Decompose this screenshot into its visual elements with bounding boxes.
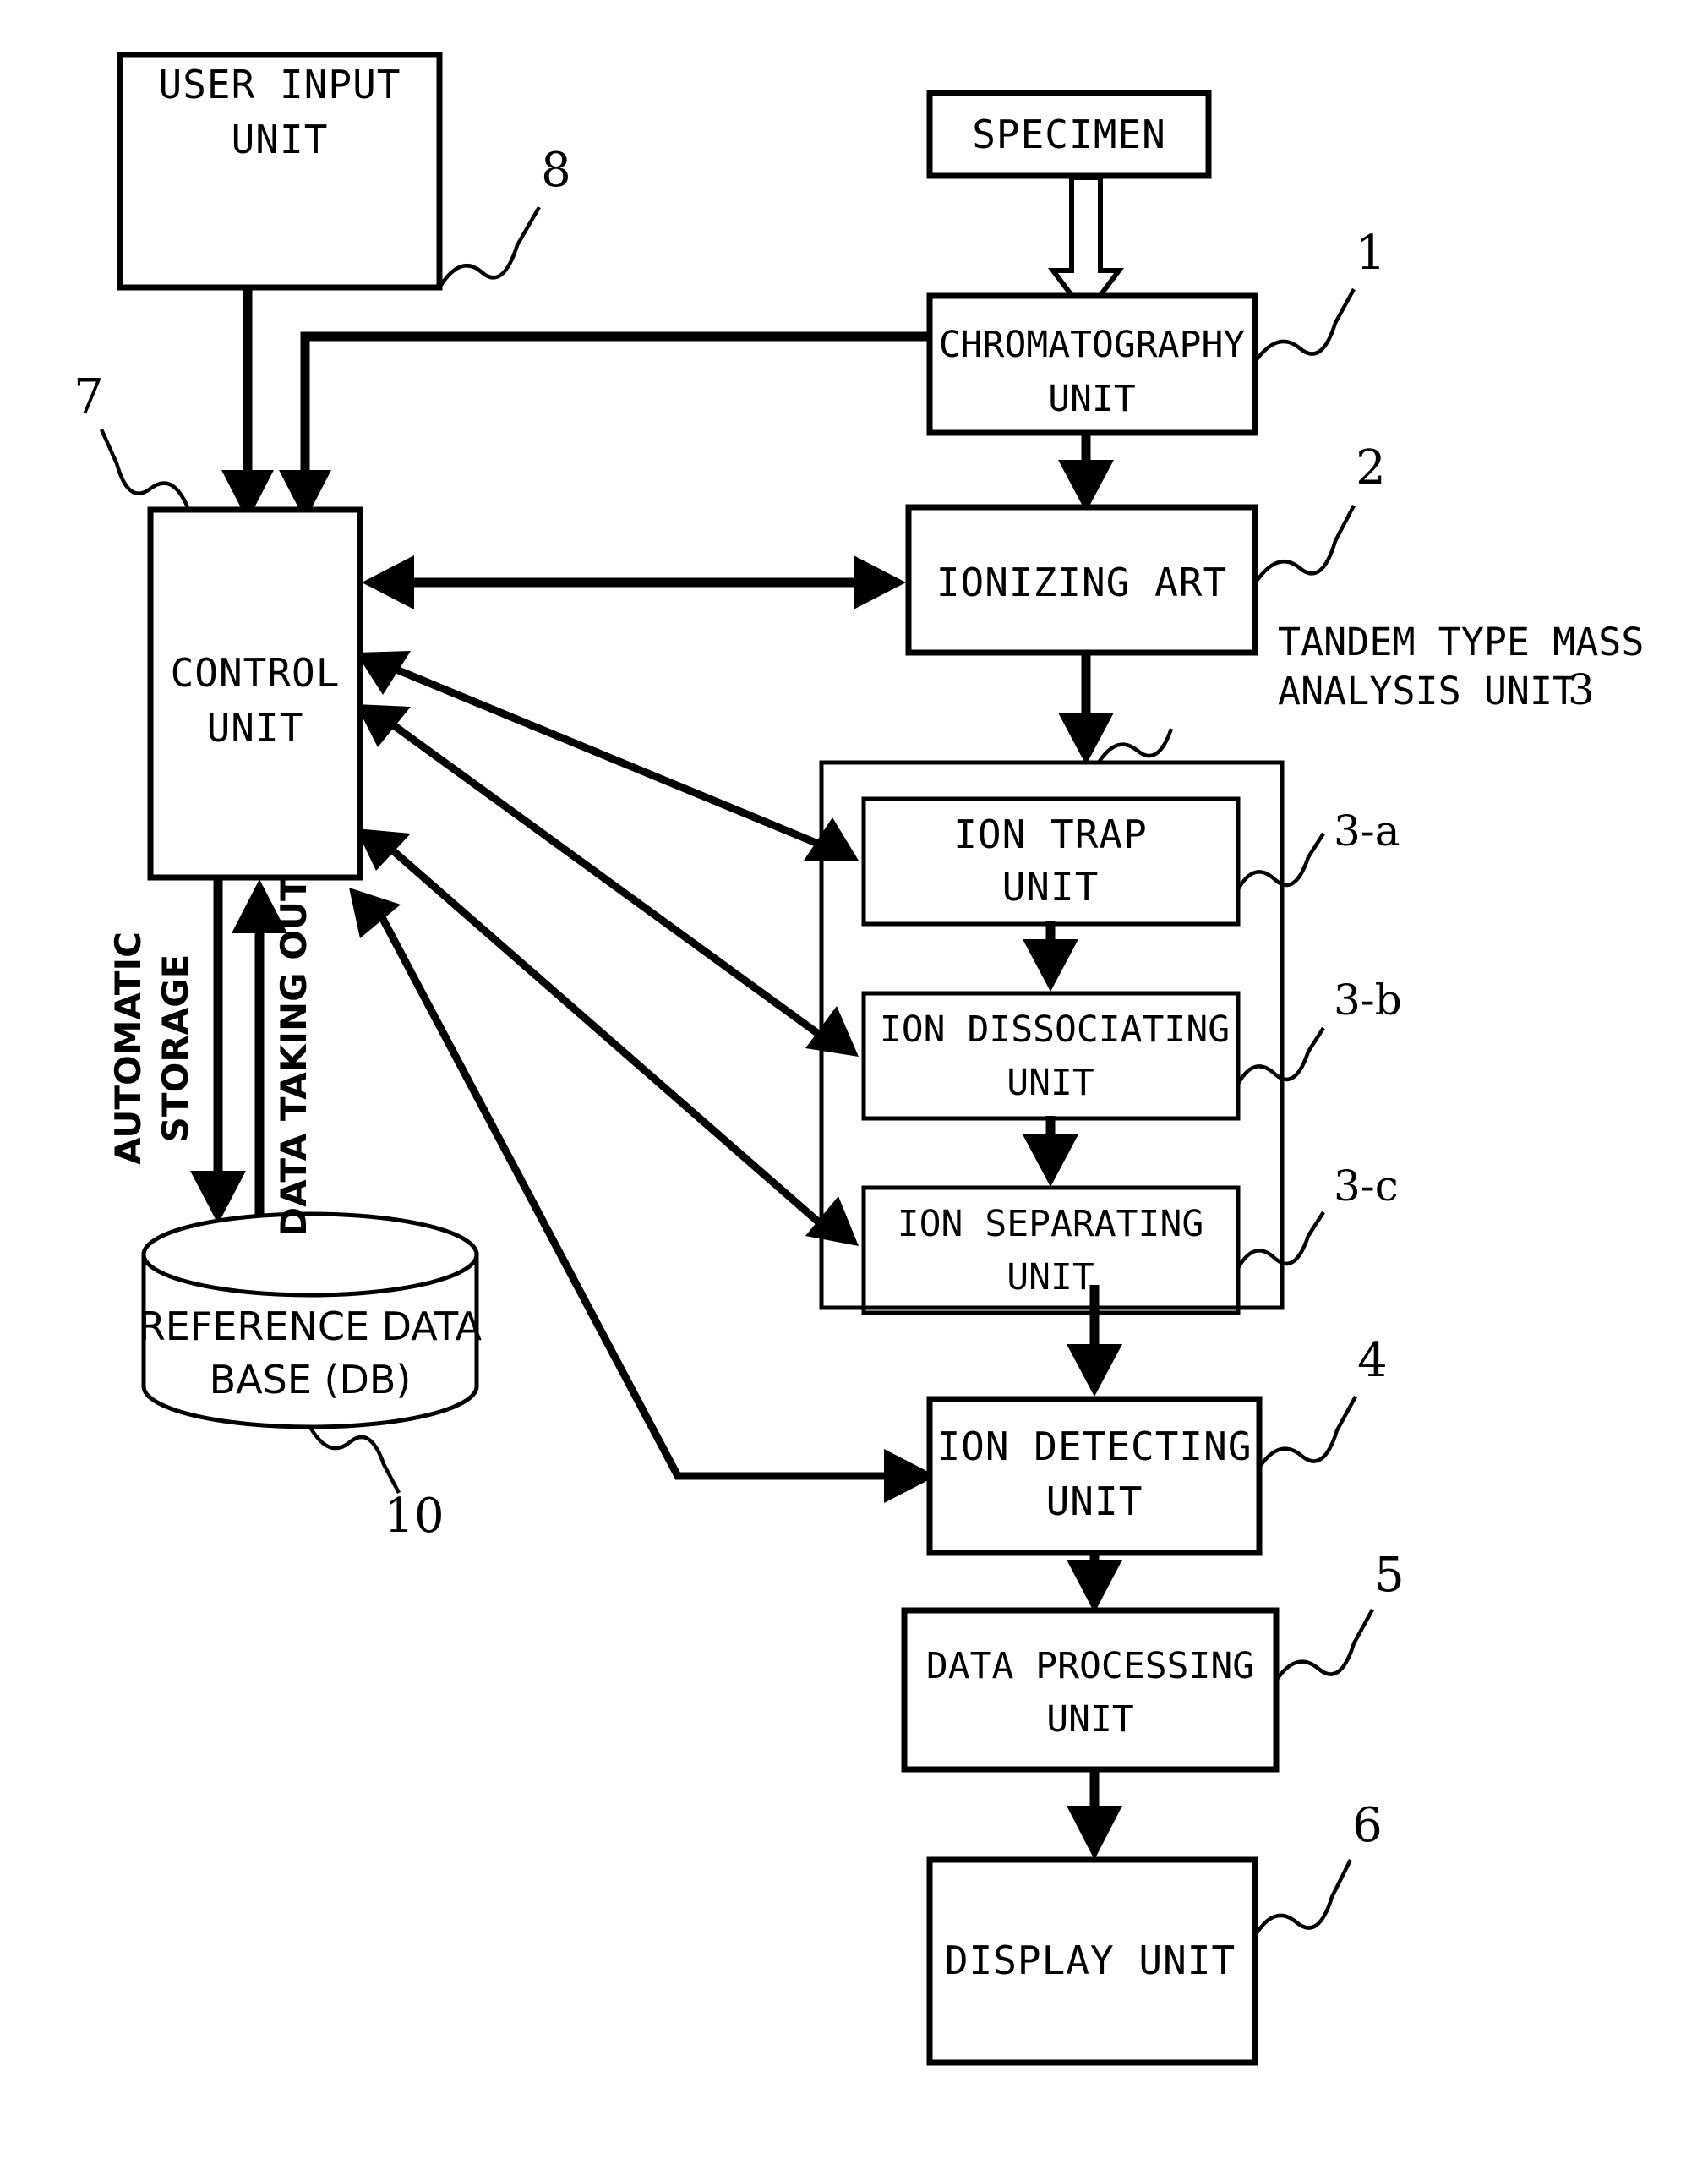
label-tandem-unit-line2-group: ANALYSIS UNIT 3 (1278, 665, 1595, 714)
label-ion-dissociating-line1: ION DISSOCIATING (880, 1009, 1230, 1051)
ref-callout-ion-trap: 3-a (1236, 806, 1400, 891)
ref-num-2: 2 (1356, 440, 1386, 495)
connector-dataprocessing-to-display (1067, 1768, 1122, 1860)
ref-num-10: 10 (384, 1489, 444, 1544)
label-automatic-storage-line1: AUTOMATIC (107, 932, 149, 1165)
ref-num-4: 4 (1357, 1333, 1388, 1388)
label-ion-detecting-line1: ION DETECTING (936, 1424, 1252, 1469)
label-data-processing-line1: DATA PROCESSING (926, 1645, 1254, 1687)
label-specimen: SPECIMEN (972, 112, 1166, 157)
block-diagram-canvas: USER INPUT UNIT SPECIMEN CHROMATOGRAPHY … (74, 52, 1644, 2066)
label-data-processing-line2: UNIT (1046, 1698, 1134, 1741)
ref-num-6: 6 (1352, 1798, 1383, 1853)
label-user-input-unit-line2: UNIT (232, 117, 329, 162)
ref-num-3a: 3-a (1334, 806, 1400, 855)
label-chromatography-line1: CHROMATOGRAPHY (939, 324, 1246, 366)
label-user-input-unit-line1: USER INPUT (159, 62, 401, 107)
connector-user-input-to-control (221, 287, 274, 521)
label-ion-detecting-line2: UNIT (1046, 1479, 1143, 1524)
box-ion-detecting-unit[interactable] (926, 1396, 1263, 1556)
label-ion-trap-line1: ION TRAP (953, 812, 1148, 857)
ref-num-3c: 3-c (1334, 1162, 1399, 1211)
connector-iondetecting-to-dataprocessing (1067, 1552, 1122, 1613)
ref-callout-ionizing: 2 (1253, 440, 1386, 585)
label-ion-separating-line1: ION SEPARATING (898, 1203, 1203, 1245)
ref-callout-tandem-group (1097, 728, 1174, 764)
label-ion-separating-line2: UNIT (1007, 1256, 1094, 1298)
connector-tandem-to-iondetecting (1067, 1285, 1122, 1397)
ref-num-8: 8 (541, 143, 571, 198)
patent-figure-page: USER INPUT UNIT SPECIMEN CHROMATOGRAPHY … (0, 0, 1708, 2181)
connector-ionizing-to-tandem (1058, 653, 1114, 765)
ref-num-7: 7 (74, 369, 104, 424)
connector-iontrap-to-iondissociating (1023, 921, 1078, 992)
label-chromatography-line2: UNIT (1048, 378, 1136, 420)
label-database-line2: BASE (DB) (210, 1357, 412, 1402)
ref-callout-data-processing: 5 (1274, 1548, 1405, 1682)
box-data-processing-unit[interactable] (901, 1607, 1280, 1773)
label-ionizing-art: IONIZING ART (936, 560, 1227, 605)
ref-callout-chromatography: 1 (1253, 226, 1386, 364)
label-control-unit-line2: UNIT (207, 705, 304, 751)
ref-callout-display: 6 (1253, 1798, 1383, 1938)
label-database-line1: REFERENCE DATA (139, 1304, 483, 1349)
label-ion-trap-line2: UNIT (1002, 864, 1100, 910)
connector-iondissociating-to-ionseparating (1023, 1116, 1078, 1187)
connector-control-ionseparating-bidirectional (356, 828, 859, 1246)
ref-callout-database: 10 (309, 1427, 445, 1544)
ref-callout-ion-separating: 3-c (1236, 1162, 1399, 1270)
connector-chromatography-to-ionizing (1058, 433, 1114, 512)
ref-num-tandem-3: 3 (1568, 665, 1595, 714)
ref-num-5: 5 (1374, 1548, 1405, 1603)
ref-callout-control: 7 (74, 369, 190, 508)
label-automatic-storage-line2: STORAGE (155, 954, 196, 1143)
ref-callout-ion-detecting: 4 (1258, 1333, 1388, 1469)
label-tandem-unit-line2: ANALYSIS UNIT (1278, 669, 1575, 713)
label-ion-dissociating-line2: UNIT (1007, 1062, 1094, 1104)
label-control-unit-line1: CONTROL (171, 650, 341, 696)
label-data-taking-out: DATA TAKING OUT (273, 877, 314, 1237)
label-tandem-unit-line1: TANDEM TYPE MASS (1278, 620, 1644, 664)
label-automatic-storage: AUTOMATIC STORAGE (107, 932, 196, 1165)
ref-callout-user-input: 8 (438, 143, 571, 289)
connector-control-ionizing-bidirectional (362, 555, 906, 609)
ref-callout-ion-dissociating: 3-b (1236, 976, 1402, 1085)
ref-num-3b: 3-b (1334, 976, 1402, 1025)
label-display-unit: DISPLAY UNIT (945, 1938, 1236, 1983)
ref-num-1: 1 (1356, 226, 1386, 281)
